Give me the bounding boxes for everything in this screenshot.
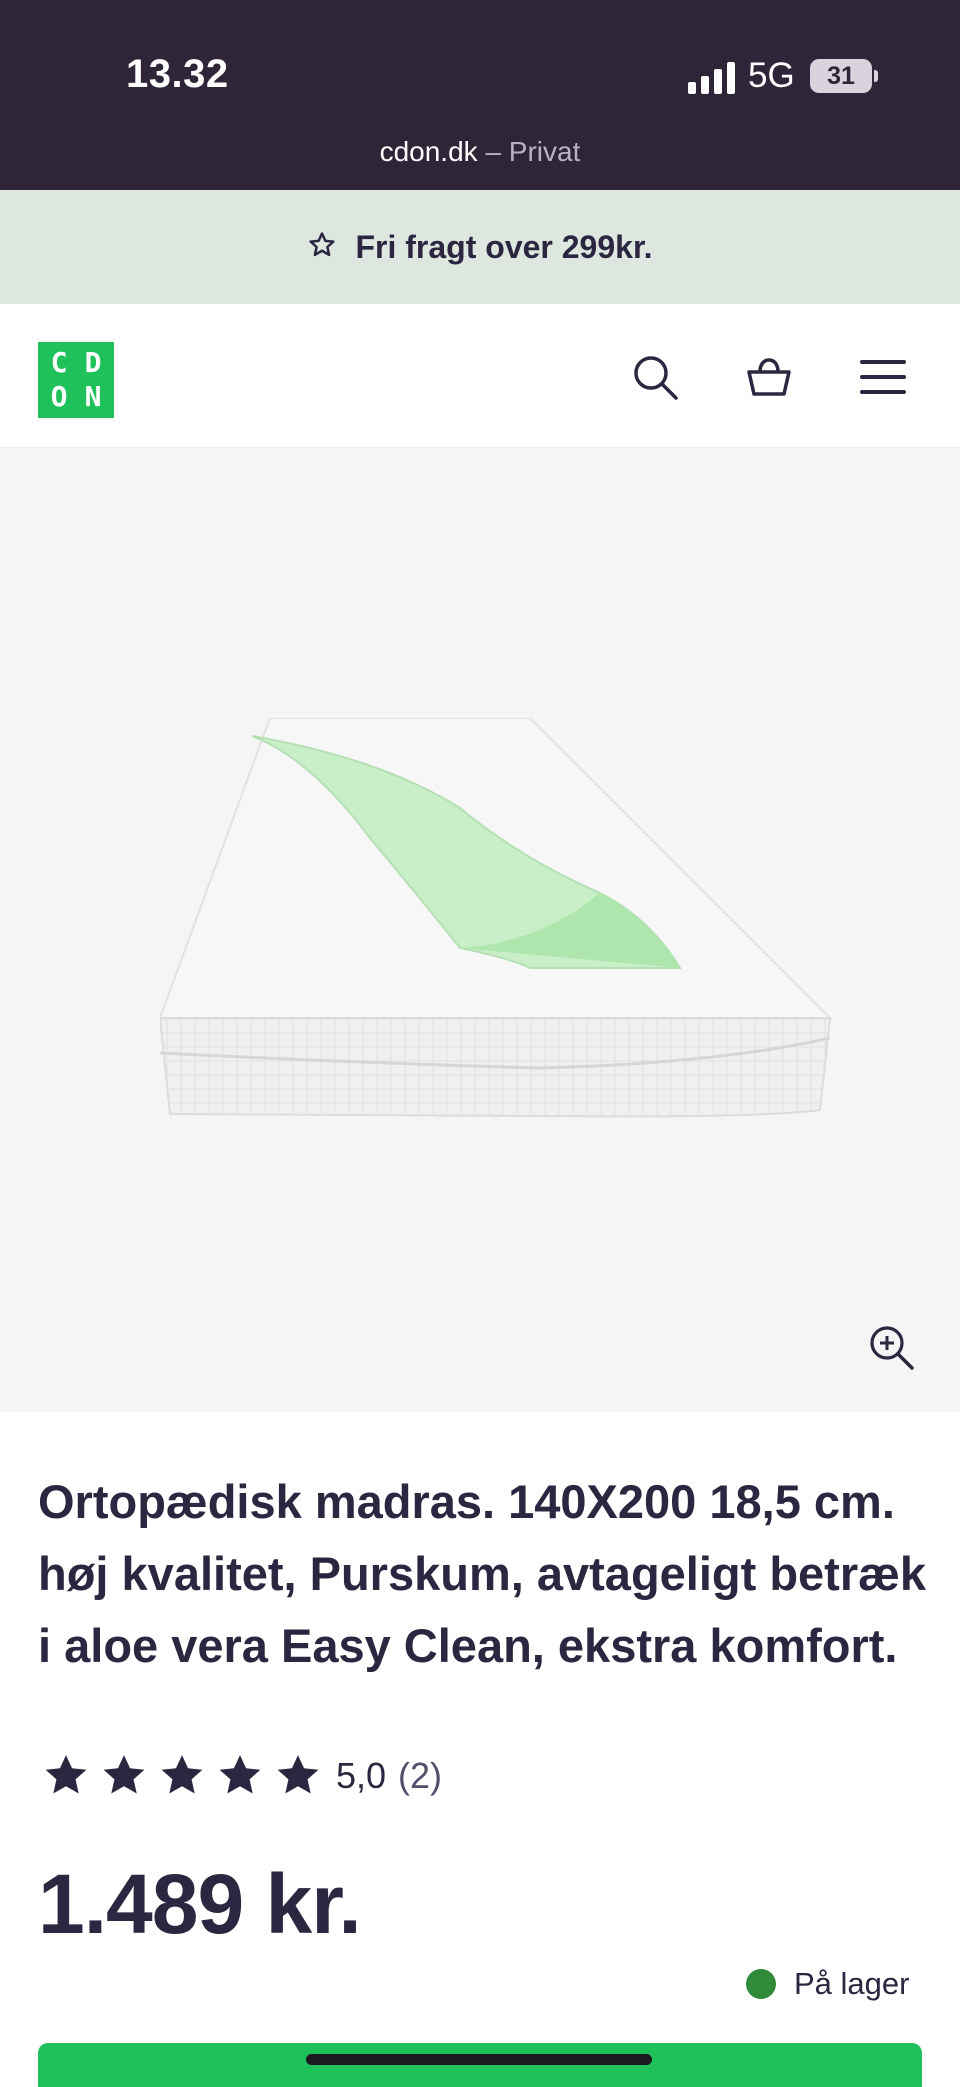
url-mode: – Privat [485, 136, 581, 167]
menu-icon[interactable] [858, 352, 908, 402]
product-title: Ortopædisk madras. 140X200 18,5 cm. høj … [38, 1475, 927, 1672]
network-label: 5G [748, 56, 795, 95]
product-image [160, 718, 833, 1118]
star-filled-icon [219, 1755, 261, 1794]
review-count[interactable]: (2) [398, 1755, 442, 1797]
in-stock-dot-icon [746, 1969, 776, 1999]
zoom-in-icon[interactable] [866, 1322, 916, 1372]
star-filled-icon [277, 1755, 319, 1794]
home-indicator [306, 2054, 652, 2065]
logo-letter: N [84, 380, 102, 413]
star-filled-icon [103, 1755, 145, 1794]
rating-stars [40, 1751, 324, 1801]
status-bar: 13.32 5G 31 cdon.dk – Privat [0, 0, 960, 190]
logo-letter: O [50, 380, 68, 413]
star-filled-icon [161, 1755, 203, 1794]
search-icon[interactable] [630, 352, 680, 402]
battery-level: 31 [827, 61, 855, 90]
logo-letter: D [84, 346, 102, 379]
cart-icon[interactable] [744, 352, 794, 402]
star-outline-icon [307, 230, 337, 265]
rating-value: 5,0 [336, 1755, 387, 1796]
cdon-logo[interactable]: C D O N [38, 342, 114, 418]
stock-status-text: På lager [794, 1966, 910, 2001]
battery-nub [874, 70, 878, 82]
star-filled-icon [45, 1755, 87, 1794]
status-time: 13.32 [126, 52, 229, 96]
browser-url[interactable]: cdon.dk – Privat [0, 136, 960, 168]
shipping-banner: Fri fragt over 299kr. [0, 190, 960, 304]
logo-letter: C [50, 346, 68, 379]
shipping-banner-text: Fri fragt over 299kr. [355, 228, 653, 265]
add-to-cart-button[interactable] [38, 2043, 922, 2087]
signal-icon [688, 60, 736, 94]
stock-status: På lager [746, 1966, 909, 2002]
site-header: C D O N [0, 304, 960, 448]
url-domain: cdon.dk [379, 136, 478, 167]
product-image-gallery[interactable] [0, 448, 960, 1412]
battery-icon: 31 [810, 59, 872, 93]
product-rating[interactable]: 5,0 (2) [40, 1748, 442, 1804]
product-price: 1.489 kr. [38, 1857, 362, 1951]
